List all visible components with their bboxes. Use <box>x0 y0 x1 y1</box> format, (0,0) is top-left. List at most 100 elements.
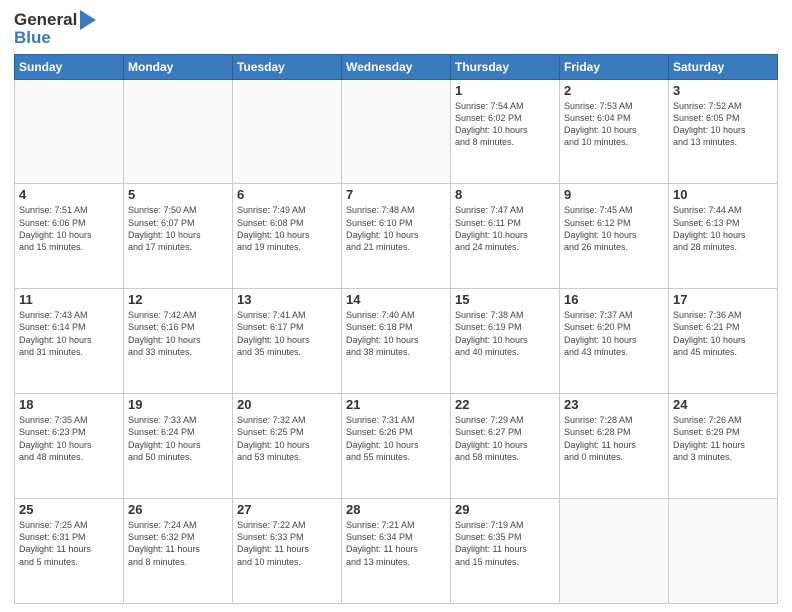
calendar-table: SundayMondayTuesdayWednesdayThursdayFrid… <box>14 54 778 604</box>
calendar-cell: 24 Sunrise: 7:26 AM Sunset: 6:29 PM Dayli… <box>669 394 778 499</box>
calendar-cell <box>124 79 233 184</box>
day-info: Sunrise: 7:40 AM Sunset: 6:18 PM Dayligh… <box>346 309 446 358</box>
day-number: 21 <box>346 397 446 412</box>
day-info: Sunrise: 7:38 AM Sunset: 6:19 PM Dayligh… <box>455 309 555 358</box>
logo: General Blue <box>14 10 96 48</box>
day-number: 28 <box>346 502 446 517</box>
calendar-cell: 6Sunrise: 7:49 AM Sunset: 6:08 PM Daylig… <box>233 184 342 289</box>
calendar-header-saturday: Saturday <box>669 54 778 79</box>
day-number: 27 <box>237 502 337 517</box>
day-info: Sunrise: 7:48 AM Sunset: 6:10 PM Dayligh… <box>346 204 446 253</box>
day-number: 22 <box>455 397 555 412</box>
day-number: 5 <box>128 187 228 202</box>
calendar-cell <box>342 79 451 184</box>
day-number: 17 <box>673 292 773 307</box>
day-number: 11 <box>19 292 119 307</box>
calendar-cell: 2Sunrise: 7:53 AM Sunset: 6:04 PM Daylig… <box>560 79 669 184</box>
day-info: Sunrise: 7:52 AM Sunset: 6:05 PM Dayligh… <box>673 100 773 149</box>
calendar-cell: 12 Sunrise: 7:42 AM Sunset: 6:16 PM Dayli… <box>124 289 233 394</box>
day-info: Sunrise: 7:28 AM Sunset: 6:28 PM Dayligh… <box>564 414 664 463</box>
day-info: Sunrise: 7:21 AM Sunset: 6:34 PM Dayligh… <box>346 519 446 568</box>
day-info: Sunrise: 7:32 AM Sunset: 6:25 PM Dayligh… <box>237 414 337 463</box>
calendar-cell: 15 Sunrise: 7:38 AM Sunset: 6:19 PM Dayli… <box>451 289 560 394</box>
calendar-week-row: 18Sunrise: 7:35 AM Sunset: 6:23 PM Dayli… <box>15 394 778 499</box>
calendar-cell <box>15 79 124 184</box>
day-number: 6 <box>237 187 337 202</box>
day-number: 14 <box>346 292 446 307</box>
day-number: 4 <box>19 187 119 202</box>
day-info: Sunrise: 7:36 AM Sunset: 6:21 PM Dayligh… <box>673 309 773 358</box>
day-info: Sunrise: 7:19 AM Sunset: 6:35 PM Dayligh… <box>455 519 555 568</box>
calendar-cell <box>233 79 342 184</box>
day-number: 12 <box>128 292 228 307</box>
day-info: Sunrise: 7:42 AM Sunset: 6:16 PM Dayligh… <box>128 309 228 358</box>
calendar-cell <box>669 499 778 604</box>
day-number: 1 <box>455 83 555 98</box>
calendar-week-row: 25 Sunrise: 7:25 AM Sunset: 6:31 PM Dayli… <box>15 499 778 604</box>
day-number: 25 <box>19 502 119 517</box>
day-info: Sunrise: 7:31 AM Sunset: 6:26 PM Dayligh… <box>346 414 446 463</box>
day-number: 29 <box>455 502 555 517</box>
day-info: Sunrise: 7:50 AM Sunset: 6:07 PM Dayligh… <box>128 204 228 253</box>
day-info: Sunrise: 7:37 AM Sunset: 6:20 PM Dayligh… <box>564 309 664 358</box>
day-number: 26 <box>128 502 228 517</box>
calendar-cell: 19 Sunrise: 7:33 AM Sunset: 6:24 PM Dayli… <box>124 394 233 499</box>
calendar-cell: 25 Sunrise: 7:25 AM Sunset: 6:31 PM Dayli… <box>15 499 124 604</box>
calendar-cell: 20 Sunrise: 7:32 AM Sunset: 6:25 PM Dayli… <box>233 394 342 499</box>
day-number: 7 <box>346 187 446 202</box>
page: General Blue SundayMondayTuesdayWednesda… <box>0 0 792 612</box>
day-number: 24 <box>673 397 773 412</box>
calendar-cell: 9Sunrise: 7:45 AM Sunset: 6:12 PM Daylig… <box>560 184 669 289</box>
day-info: Sunrise: 7:33 AM Sunset: 6:24 PM Dayligh… <box>128 414 228 463</box>
calendar-week-row: 1 Sunrise: 7:54 AM Sunset: 6:02 PM Daylig… <box>15 79 778 184</box>
calendar-header-thursday: Thursday <box>451 54 560 79</box>
calendar-cell: 14 Sunrise: 7:40 AM Sunset: 6:18 PM Dayli… <box>342 289 451 394</box>
day-number: 20 <box>237 397 337 412</box>
calendar-cell <box>560 499 669 604</box>
day-info: Sunrise: 7:29 AM Sunset: 6:27 PM Dayligh… <box>455 414 555 463</box>
calendar-cell: 10Sunrise: 7:44 AM Sunset: 6:13 PM Dayli… <box>669 184 778 289</box>
calendar-cell: 27 Sunrise: 7:22 AM Sunset: 6:33 PM Dayli… <box>233 499 342 604</box>
day-number: 23 <box>564 397 664 412</box>
day-number: 3 <box>673 83 773 98</box>
day-info: Sunrise: 7:25 AM Sunset: 6:31 PM Dayligh… <box>19 519 119 568</box>
calendar-cell: 22 Sunrise: 7:29 AM Sunset: 6:27 PM Dayli… <box>451 394 560 499</box>
calendar-cell: 3 Sunrise: 7:52 AM Sunset: 6:05 PM Daylig… <box>669 79 778 184</box>
day-info: Sunrise: 7:44 AM Sunset: 6:13 PM Dayligh… <box>673 204 773 253</box>
calendar-cell: 5 Sunrise: 7:50 AM Sunset: 6:07 PM Daylig… <box>124 184 233 289</box>
day-info: Sunrise: 7:22 AM Sunset: 6:33 PM Dayligh… <box>237 519 337 568</box>
calendar-cell: 1 Sunrise: 7:54 AM Sunset: 6:02 PM Daylig… <box>451 79 560 184</box>
day-number: 16 <box>564 292 664 307</box>
day-info: Sunrise: 7:54 AM Sunset: 6:02 PM Dayligh… <box>455 100 555 149</box>
calendar-cell: 11 Sunrise: 7:43 AM Sunset: 6:14 PM Dayli… <box>15 289 124 394</box>
calendar-cell: 28 Sunrise: 7:21 AM Sunset: 6:34 PM Dayli… <box>342 499 451 604</box>
day-info: Sunrise: 7:47 AM Sunset: 6:11 PM Dayligh… <box>455 204 555 253</box>
day-info: Sunrise: 7:24 AM Sunset: 6:32 PM Dayligh… <box>128 519 228 568</box>
day-number: 2 <box>564 83 664 98</box>
calendar-header-row: SundayMondayTuesdayWednesdayThursdayFrid… <box>15 54 778 79</box>
calendar-header-wednesday: Wednesday <box>342 54 451 79</box>
calendar-header-tuesday: Tuesday <box>233 54 342 79</box>
calendar-cell: 7 Sunrise: 7:48 AM Sunset: 6:10 PM Daylig… <box>342 184 451 289</box>
calendar-cell: 16 Sunrise: 7:37 AM Sunset: 6:20 PM Dayli… <box>560 289 669 394</box>
calendar-cell: 4 Sunrise: 7:51 AM Sunset: 6:06 PM Daylig… <box>15 184 124 289</box>
calendar-cell: 23 Sunrise: 7:28 AM Sunset: 6:28 PM Dayli… <box>560 394 669 499</box>
calendar-cell: 13 Sunrise: 7:41 AM Sunset: 6:17 PM Dayli… <box>233 289 342 394</box>
day-info: Sunrise: 7:41 AM Sunset: 6:17 PM Dayligh… <box>237 309 337 358</box>
calendar-cell: 29 Sunrise: 7:19 AM Sunset: 6:35 PM Dayli… <box>451 499 560 604</box>
day-number: 19 <box>128 397 228 412</box>
calendar-cell: 17 Sunrise: 7:36 AM Sunset: 6:21 PM Dayli… <box>669 289 778 394</box>
calendar-cell: 18Sunrise: 7:35 AM Sunset: 6:23 PM Dayli… <box>15 394 124 499</box>
calendar-cell: 8Sunrise: 7:47 AM Sunset: 6:11 PM Daylig… <box>451 184 560 289</box>
day-info: Sunrise: 7:43 AM Sunset: 6:14 PM Dayligh… <box>19 309 119 358</box>
calendar-header-monday: Monday <box>124 54 233 79</box>
day-info: Sunrise: 7:51 AM Sunset: 6:06 PM Dayligh… <box>19 204 119 253</box>
calendar-week-row: 11 Sunrise: 7:43 AM Sunset: 6:14 PM Dayli… <box>15 289 778 394</box>
day-info: Sunrise: 7:26 AM Sunset: 6:29 PM Dayligh… <box>673 414 773 463</box>
logo-arrow-icon <box>80 10 96 30</box>
day-info: Sunrise: 7:35 AM Sunset: 6:23 PM Dayligh… <box>19 414 119 463</box>
top-section: General Blue <box>14 10 778 48</box>
day-number: 13 <box>237 292 337 307</box>
day-number: 15 <box>455 292 555 307</box>
logo-blue: Blue <box>14 28 51 48</box>
